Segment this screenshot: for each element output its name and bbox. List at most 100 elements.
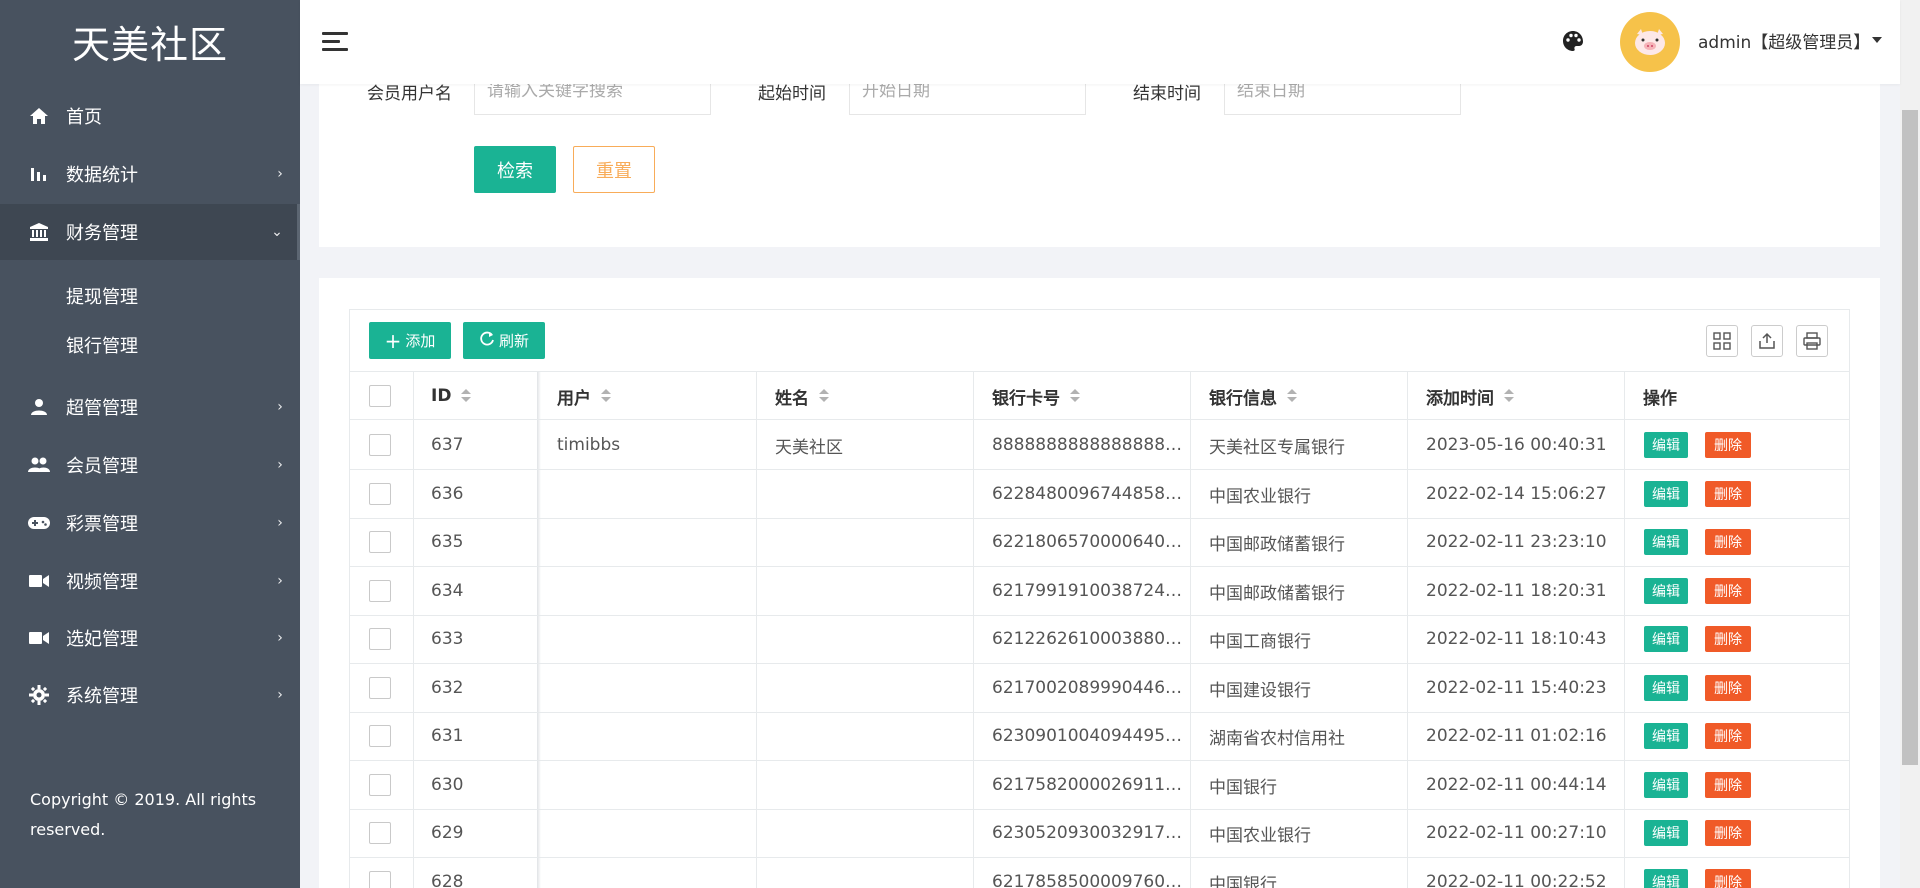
menu-toggle-icon[interactable] [322, 30, 348, 52]
chevron-right-icon: › [277, 399, 283, 415]
avatar[interactable] [1620, 12, 1680, 72]
scrollbar-thumb[interactable] [1902, 110, 1918, 765]
row-checkbox[interactable] [369, 761, 409, 809]
table-row: 634 6217991910038724… 中国邮政储蓄银行 2022-02-11 1… [349, 567, 1850, 616]
add-button[interactable]: + 添加 [369, 322, 451, 359]
edit-button[interactable]: 编辑 [1644, 432, 1688, 458]
cell-user [557, 470, 757, 518]
edit-button[interactable]: 编辑 [1644, 626, 1688, 652]
chevron-right-icon: › [277, 630, 283, 646]
edit-button[interactable]: 编辑 [1644, 869, 1688, 888]
edit-button[interactable]: 编辑 [1644, 578, 1688, 604]
user-icon [28, 396, 50, 418]
copyright-text: Copyright © 2019. All rights reserved. [30, 790, 257, 839]
page-scrollbar[interactable] [1900, 0, 1920, 888]
delete-button[interactable]: 删除 [1705, 578, 1751, 604]
cell-card: 6230901004094495… [992, 726, 1183, 746]
row-checkbox[interactable] [369, 567, 409, 615]
cell-card: 6212262610003880… [992, 629, 1183, 649]
header-time[interactable]: 添加时间 [1426, 372, 1514, 420]
row-checkbox[interactable] [369, 712, 409, 760]
sidebar-item-home[interactable]: 首页 [0, 88, 300, 144]
sidebar-item-label: 首页 [66, 107, 102, 128]
sidebar-item-finance[interactable]: 财务管理 ⌄ [0, 204, 300, 260]
header-bank[interactable]: 银行信息 [1209, 372, 1297, 420]
columns-icon[interactable] [1706, 325, 1738, 357]
cell-bank: 天美社区专属银行 [1209, 437, 1345, 458]
caret-down-icon[interactable] [1872, 37, 1882, 43]
table-row: 631 6230901004094495… 湖南省农村信用社 2022-02-11 0… [349, 712, 1850, 761]
delete-button[interactable]: 删除 [1705, 675, 1751, 701]
chevron-right-icon: › [277, 515, 283, 531]
delete-button[interactable]: 删除 [1705, 772, 1751, 798]
cell-name [775, 761, 975, 809]
home-icon [28, 105, 50, 127]
header-card[interactable]: 银行卡号 [992, 372, 1080, 420]
table-row: 629 6230520930032917… 中国农业银行 2022-02-11 00:… [349, 809, 1850, 858]
edit-button[interactable]: 编辑 [1644, 820, 1688, 846]
delete-button[interactable]: 删除 [1705, 820, 1751, 846]
cell-name [775, 858, 975, 888]
sidebar-item-label: 视频管理 [66, 572, 138, 593]
sidebar-item-members[interactable]: 会员管理 › [0, 437, 300, 493]
row-checkbox[interactable] [369, 809, 409, 857]
cell-name [775, 518, 975, 566]
sidebar-item-super-admin[interactable]: 超管管理 › [0, 379, 300, 435]
cell-id: 628 [431, 872, 464, 888]
header-name[interactable]: 姓名 [775, 372, 829, 420]
table-row: 637 timibbs 天美社区 8888888888888888… 天美社区专属银行 2… [349, 421, 1850, 470]
delete-button[interactable]: 删除 [1705, 626, 1751, 652]
cell-time: 2022-02-11 18:20:31 [1426, 581, 1607, 601]
row-checkbox[interactable] [369, 664, 409, 712]
cell-name [775, 809, 975, 857]
edit-button[interactable]: 编辑 [1644, 675, 1688, 701]
sidebar-item-lottery[interactable]: 彩票管理 › [0, 495, 300, 551]
print-icon[interactable] [1796, 325, 1828, 357]
edit-button[interactable]: 编辑 [1644, 723, 1688, 749]
cell-bank: 中国邮政储蓄银行 [1209, 583, 1345, 604]
delete-button[interactable]: 删除 [1705, 481, 1751, 507]
cell-user: timibbs [557, 435, 621, 455]
edit-button[interactable]: 编辑 [1644, 529, 1688, 555]
header-id[interactable]: ID [431, 372, 472, 420]
chevron-right-icon: › [277, 573, 283, 589]
brand-logo: 天美社区 [71, 22, 228, 67]
user-menu[interactable]: admin【超级管理员】 [1698, 28, 1870, 53]
chevron-down-icon: ⌄ [271, 224, 283, 240]
row-checkbox[interactable] [369, 858, 409, 888]
sidebar-item-concubine[interactable]: 选妃管理 › [0, 610, 300, 666]
sidebar-item-statistics[interactable]: 数据统计 › [0, 146, 300, 202]
refresh-button[interactable]: 刷新 [463, 322, 545, 359]
cell-card: 8888888888888888… [992, 435, 1183, 455]
delete-button[interactable]: 删除 [1705, 723, 1751, 749]
row-checkbox[interactable] [369, 470, 409, 518]
cell-time: 2022-02-11 15:40:23 [1426, 678, 1607, 698]
sidebar-subitem-withdraw[interactable]: 提现管理 [66, 283, 138, 309]
delete-button[interactable]: 删除 [1705, 869, 1751, 888]
delete-button[interactable]: 删除 [1705, 432, 1751, 458]
plus-icon: + [384, 328, 402, 353]
cell-name [775, 615, 975, 663]
cell-id: 633 [431, 629, 464, 649]
edit-button[interactable]: 编辑 [1644, 772, 1688, 798]
palette-icon[interactable] [1562, 30, 1584, 52]
row-checkbox[interactable] [369, 518, 409, 566]
cell-time: 2022-02-11 00:27:10 [1426, 823, 1607, 843]
row-checkbox[interactable] [369, 421, 409, 469]
sidebar-item-system[interactable]: 系统管理 › [0, 667, 300, 723]
cell-id: 629 [431, 823, 464, 843]
header-user[interactable]: 用户 [557, 372, 611, 420]
search-button[interactable]: 检索 [474, 146, 556, 193]
cell-name [775, 712, 975, 760]
sidebar-subitem-bank[interactable]: 银行管理 [66, 332, 138, 358]
sidebar-item-videos[interactable]: 视频管理 › [0, 553, 300, 609]
cell-time: 2022-02-11 18:10:43 [1426, 629, 1607, 649]
select-all-checkbox[interactable] [369, 372, 409, 420]
cell-id: 631 [431, 726, 464, 746]
cell-user [557, 664, 757, 712]
edit-button[interactable]: 编辑 [1644, 481, 1688, 507]
delete-button[interactable]: 删除 [1705, 529, 1751, 555]
export-icon[interactable] [1751, 325, 1783, 357]
reset-button[interactable]: 重置 [573, 146, 655, 193]
row-checkbox[interactable] [369, 615, 409, 663]
